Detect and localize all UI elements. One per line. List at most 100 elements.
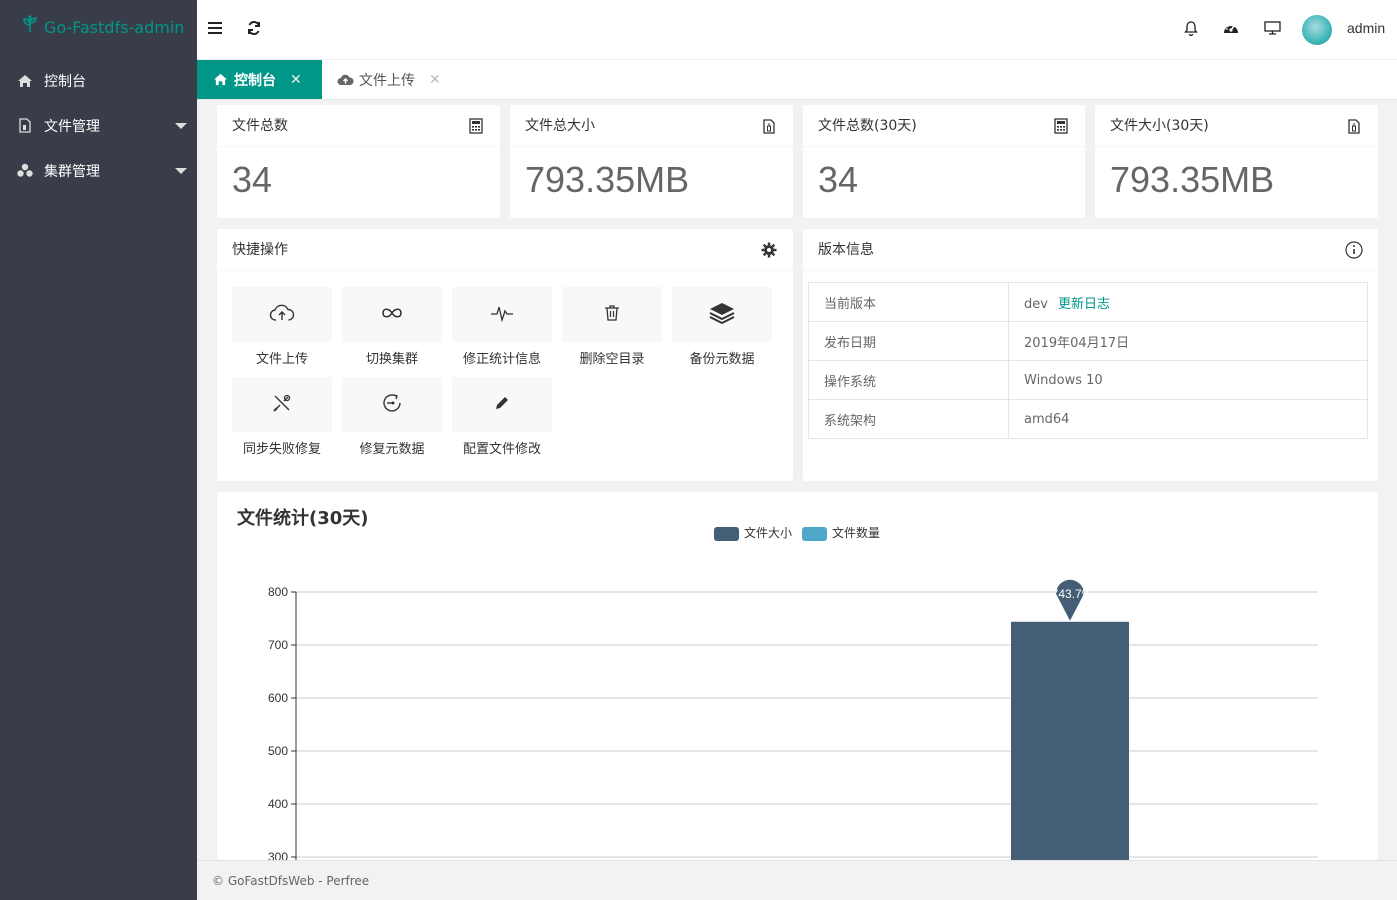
quick-action-label: 备份元数据 — [689, 352, 755, 367]
version-value: 2019年04月17日 — [1008, 321, 1368, 361]
quick-actions-card: 快捷操作 文件上传 切换集群 修正统计信息 删除空目录 备份元数据 同步失败修复… — [217, 229, 793, 481]
quick-fix-stats-button[interactable]: 修正统计信息 — [452, 287, 552, 367]
avatar[interactable] — [1302, 15, 1332, 45]
theme-button[interactable] — [1219, 18, 1243, 42]
layers-icon — [709, 302, 735, 328]
table-row: 当前版本 dev 更新日志 — [808, 282, 1368, 322]
changelog-link[interactable]: 更新日志 — [1058, 297, 1110, 312]
markpoint-label: 743.79 — [1052, 587, 1089, 601]
sidebar-item-file-management[interactable]: 文件管理 — [0, 103, 197, 148]
tools-icon — [272, 393, 292, 417]
sidebar-item-label: 集群管理 — [44, 163, 100, 180]
tab-dashboard[interactable]: 控制台 ✕ — [197, 60, 322, 99]
heartbeat-icon — [490, 303, 514, 327]
refresh-icon — [247, 20, 261, 39]
legend-label: 文件数量 — [832, 525, 880, 540]
fullscreen-button[interactable] — [1260, 18, 1284, 42]
y-tick-label: 800 — [268, 585, 288, 599]
y-tick-label: 600 — [268, 691, 288, 705]
sidebar-item-cluster-management[interactable]: 集群管理 — [0, 148, 197, 193]
table-row: 操作系统 Windows 10 — [808, 360, 1368, 400]
table-row: 发布日期 2019年04月17日 — [808, 321, 1368, 361]
tab-label: 文件上传 — [359, 72, 415, 89]
file-size-icon — [760, 117, 778, 135]
dashboard-gauge-icon — [1223, 21, 1239, 39]
top-header: admin — [197, 0, 1397, 60]
refresh-button[interactable] — [242, 18, 266, 42]
quick-repair-metadata-button[interactable]: 修复元数据 — [342, 377, 442, 457]
quick-upload-button[interactable]: 文件上传 — [232, 287, 332, 367]
y-tick-label: 400 — [268, 797, 288, 811]
version-value: amd64 — [1008, 399, 1368, 439]
version-value: Windows 10 — [1008, 360, 1368, 400]
version-key: 当前版本 — [808, 282, 1009, 322]
stat-card-total-size: 文件总大小 793.35MB — [510, 105, 793, 218]
trash-icon — [603, 304, 621, 326]
table-row: 系统架构 amd64 — [808, 399, 1368, 439]
quick-action-label: 删除空目录 — [579, 352, 645, 367]
stat-value: 34 — [232, 159, 273, 200]
file-stats-chart-card: 文件统计(30天) 文件大小 文件数量 800 700 600 500 400 300 743.… — [217, 492, 1378, 860]
y-tick-label: 700 — [268, 638, 288, 652]
bar-chart: 文件大小 文件数量 800 700 600 500 400 300 743.79 — [268, 525, 1318, 860]
card-title: 快捷操作 — [232, 242, 288, 258]
quick-action-label: 文件上传 — [255, 352, 308, 367]
quick-action-label: 修复元数据 — [359, 442, 425, 457]
tab-file-upload[interactable]: 文件上传 ✕ — [321, 60, 457, 99]
sidebar-item-label: 文件管理 — [44, 118, 100, 135]
stat-value: 793.35MB — [1110, 159, 1275, 200]
info-icon — [1345, 241, 1363, 259]
file-size-icon — [1345, 117, 1363, 135]
quick-backup-metadata-button[interactable]: 备份元数据 — [672, 287, 772, 367]
stat-label: 文件总数 — [232, 118, 288, 134]
y-tick-label: 300 — [268, 850, 288, 860]
sidebar-item-dashboard[interactable]: 控制台 — [0, 58, 197, 103]
legend-label: 文件大小 — [744, 525, 792, 540]
infinity-icon — [380, 306, 404, 324]
card-title: 版本信息 — [818, 242, 874, 258]
quick-action-label: 切换集群 — [365, 352, 418, 367]
legend-swatch — [714, 527, 739, 541]
tab-label: 控制台 — [234, 72, 276, 89]
stat-value: 34 — [818, 159, 859, 200]
sidebar-item-label: 控制台 — [44, 73, 86, 90]
stat-card-file-count-30d: 文件总数(30天) 34 — [803, 105, 1085, 218]
username[interactable]: admin — [1347, 20, 1385, 36]
stat-label: 文件总大小 — [525, 118, 595, 134]
version-table: 当前版本 dev 更新日志 发布日期 2019年04月17日 操作系统 Windo… — [808, 282, 1368, 439]
quick-edit-config-button[interactable]: 配置文件修改 — [452, 377, 552, 457]
home-icon — [213, 73, 228, 86]
menu-toggle-button[interactable] — [203, 18, 227, 42]
current-version: dev — [1024, 296, 1048, 312]
hamburger-icon — [208, 22, 222, 38]
cloud-upload-icon — [337, 74, 354, 86]
stat-label: 文件大小(30天) — [1110, 118, 1209, 134]
stat-card-file-count: 文件总数 34 — [217, 105, 500, 218]
quick-switch-cluster-button[interactable]: 切换集群 — [342, 287, 442, 367]
cubes-icon — [16, 163, 34, 178]
leaf-icon — [22, 0, 38, 56]
stat-card-size-30d: 文件大小(30天) 793.35MB — [1095, 105, 1378, 218]
close-icon[interactable]: ✕ — [290, 72, 302, 88]
y-tick-label: 500 — [268, 744, 288, 758]
quick-sync-repair-button[interactable]: 同步失败修复 — [232, 377, 332, 457]
monitor-icon — [1263, 21, 1281, 39]
gear-icon[interactable] — [760, 241, 778, 259]
page-tabs: 控制台 ✕ 文件上传 ✕ — [197, 60, 1397, 100]
version-key: 发布日期 — [808, 321, 1009, 361]
quick-action-label: 同步失败修复 — [242, 442, 321, 457]
app-title: Go-Fastdfs-admin — [44, 18, 185, 37]
file-icon — [16, 118, 34, 133]
cloud-upload-icon — [269, 304, 295, 326]
quick-action-label: 配置文件修改 — [462, 442, 541, 457]
bar — [1011, 621, 1129, 860]
caret-down-icon — [175, 123, 187, 129]
notification-button[interactable] — [1179, 18, 1203, 42]
home-icon — [16, 74, 34, 88]
quick-delete-empty-dir-button[interactable]: 删除空目录 — [562, 287, 662, 367]
version-info-card: 版本信息 当前版本 dev 更新日志 发布日期 2019年04月17日 操作系统 … — [803, 229, 1378, 481]
close-icon[interactable]: ✕ — [429, 72, 441, 88]
stat-value: 793.35MB — [525, 159, 690, 200]
sidebar: Go-Fastdfs-admin 控制台 文件管理 集群管理 — [0, 0, 197, 900]
app-logo[interactable]: Go-Fastdfs-admin — [0, 0, 197, 58]
